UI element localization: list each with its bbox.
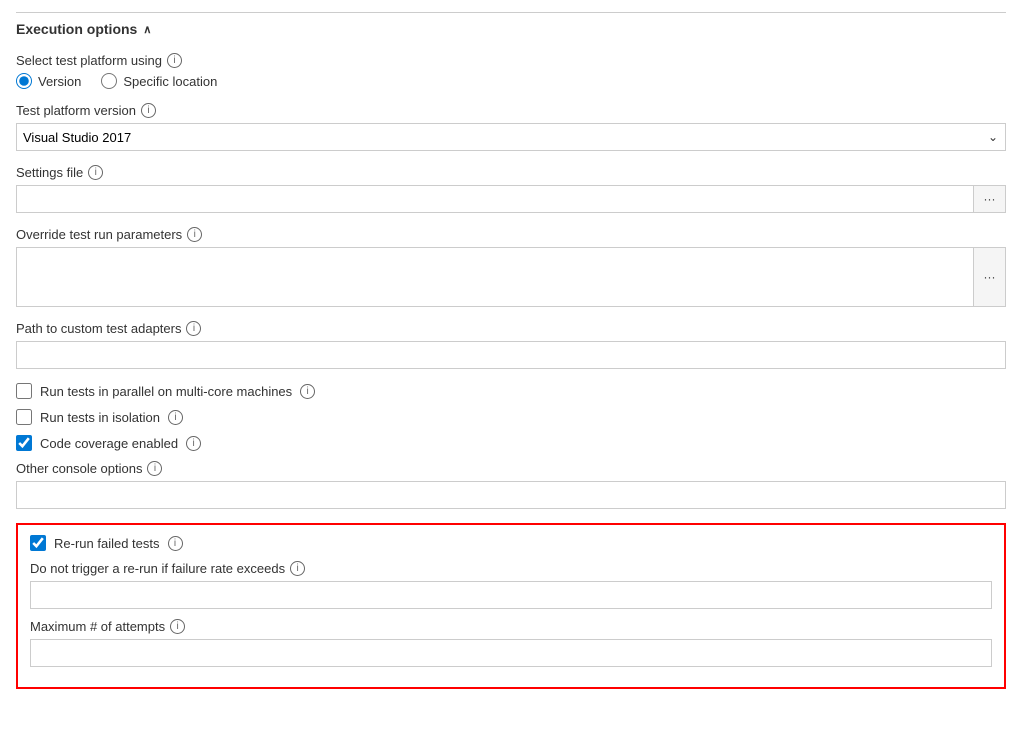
settings-file-info-icon[interactable]: i: [88, 165, 103, 180]
other-console-input[interactable]: /InIsolation: [16, 481, 1006, 509]
failure-rate-label-text: Do not trigger a re-run if failure rate …: [30, 561, 285, 576]
override-params-label: Override test run parameters i: [16, 227, 1006, 242]
parallel-checkbox-label: Run tests in parallel on multi-core mach…: [40, 384, 292, 399]
platform-info-icon[interactable]: i: [167, 53, 182, 68]
settings-file-input[interactable]: [16, 185, 974, 213]
failure-rate-input[interactable]: 80: [30, 581, 992, 609]
coverage-checkbox[interactable]: [16, 435, 32, 451]
test-platform-version-group: Test platform version i Visual Studio 20…: [16, 103, 1006, 151]
isolation-checkbox-row: Run tests in isolation i: [16, 409, 1006, 425]
rerun-failed-checkbox-row: Re-run failed tests i: [30, 535, 992, 551]
settings-file-label-text: Settings file: [16, 165, 83, 180]
parallel-checkbox[interactable]: [16, 383, 32, 399]
rerun-failed-checkbox[interactable]: [30, 535, 46, 551]
max-attempts-input[interactable]: 3: [30, 639, 992, 667]
other-console-label: Other console options i: [16, 461, 1006, 476]
platform-field-group: Select test platform using i Version Spe…: [16, 53, 1006, 89]
coverage-info-icon[interactable]: i: [186, 436, 201, 451]
test-platform-version-label-text: Test platform version: [16, 103, 136, 118]
version-radio-label: Version: [38, 74, 81, 89]
settings-file-label: Settings file i: [16, 165, 1006, 180]
parallel-checkbox-row: Run tests in parallel on multi-core mach…: [16, 383, 1006, 399]
failure-rate-info-icon[interactable]: i: [290, 561, 305, 576]
override-params-browse-button[interactable]: ···: [974, 247, 1006, 307]
override-params-group: Override test run parameters i ···: [16, 227, 1006, 307]
other-console-info-icon[interactable]: i: [147, 461, 162, 476]
execution-options-title: Execution options: [16, 21, 137, 37]
custom-adapters-group: Path to custom test adapters i: [16, 321, 1006, 369]
max-attempts-label-text: Maximum # of attempts: [30, 619, 165, 634]
test-platform-version-select[interactable]: Visual Studio 2017 Visual Studio 2019 Vi…: [16, 123, 1006, 151]
platform-radio-group: Version Specific location: [16, 73, 1006, 89]
specific-location-radio-option[interactable]: Specific location: [101, 73, 217, 89]
specific-location-radio-input[interactable]: [101, 73, 117, 89]
settings-file-input-wrapper: ···: [16, 185, 1006, 213]
failure-rate-label: Do not trigger a re-run if failure rate …: [30, 561, 992, 576]
coverage-checkbox-label: Code coverage enabled: [40, 436, 178, 451]
settings-file-group: Settings file i ···: [16, 165, 1006, 213]
max-attempts-info-icon[interactable]: i: [170, 619, 185, 634]
rerun-section: Re-run failed tests i Do not trigger a r…: [16, 523, 1006, 689]
specific-location-radio-label: Specific location: [123, 74, 217, 89]
custom-adapters-label-text: Path to custom test adapters: [16, 321, 181, 336]
other-console-label-text: Other console options: [16, 461, 142, 476]
test-platform-version-label: Test platform version i: [16, 103, 1006, 118]
isolation-checkbox[interactable]: [16, 409, 32, 425]
platform-label-text: Select test platform using: [16, 53, 162, 68]
isolation-info-icon[interactable]: i: [168, 410, 183, 425]
max-attempts-group: Maximum # of attempts i 3: [30, 619, 992, 667]
isolation-checkbox-label: Run tests in isolation: [40, 410, 160, 425]
override-params-input-wrapper: ···: [16, 247, 1006, 307]
collapse-chevron: ∧: [143, 23, 151, 36]
version-radio-input[interactable]: [16, 73, 32, 89]
rerun-failed-label: Re-run failed tests: [54, 536, 160, 551]
coverage-checkbox-row: Code coverage enabled i: [16, 435, 1006, 451]
override-params-label-text: Override test run parameters: [16, 227, 182, 242]
rerun-failed-info-icon[interactable]: i: [168, 536, 183, 551]
override-params-textarea[interactable]: [16, 247, 974, 307]
settings-file-browse-button[interactable]: ···: [974, 185, 1006, 213]
other-console-group: Other console options i /InIsolation: [16, 461, 1006, 509]
test-platform-version-info-icon[interactable]: i: [141, 103, 156, 118]
platform-label: Select test platform using i: [16, 53, 1006, 68]
test-platform-version-select-wrapper: Visual Studio 2017 Visual Studio 2019 Vi…: [16, 123, 1006, 151]
execution-options-header[interactable]: Execution options ∧: [16, 12, 1006, 37]
override-params-info-icon[interactable]: i: [187, 227, 202, 242]
custom-adapters-input[interactable]: [16, 341, 1006, 369]
version-radio-option[interactable]: Version: [16, 73, 81, 89]
failure-rate-group: Do not trigger a re-run if failure rate …: [30, 561, 992, 609]
parallel-info-icon[interactable]: i: [300, 384, 315, 399]
custom-adapters-info-icon[interactable]: i: [186, 321, 201, 336]
max-attempts-label: Maximum # of attempts i: [30, 619, 992, 634]
custom-adapters-label: Path to custom test adapters i: [16, 321, 1006, 336]
